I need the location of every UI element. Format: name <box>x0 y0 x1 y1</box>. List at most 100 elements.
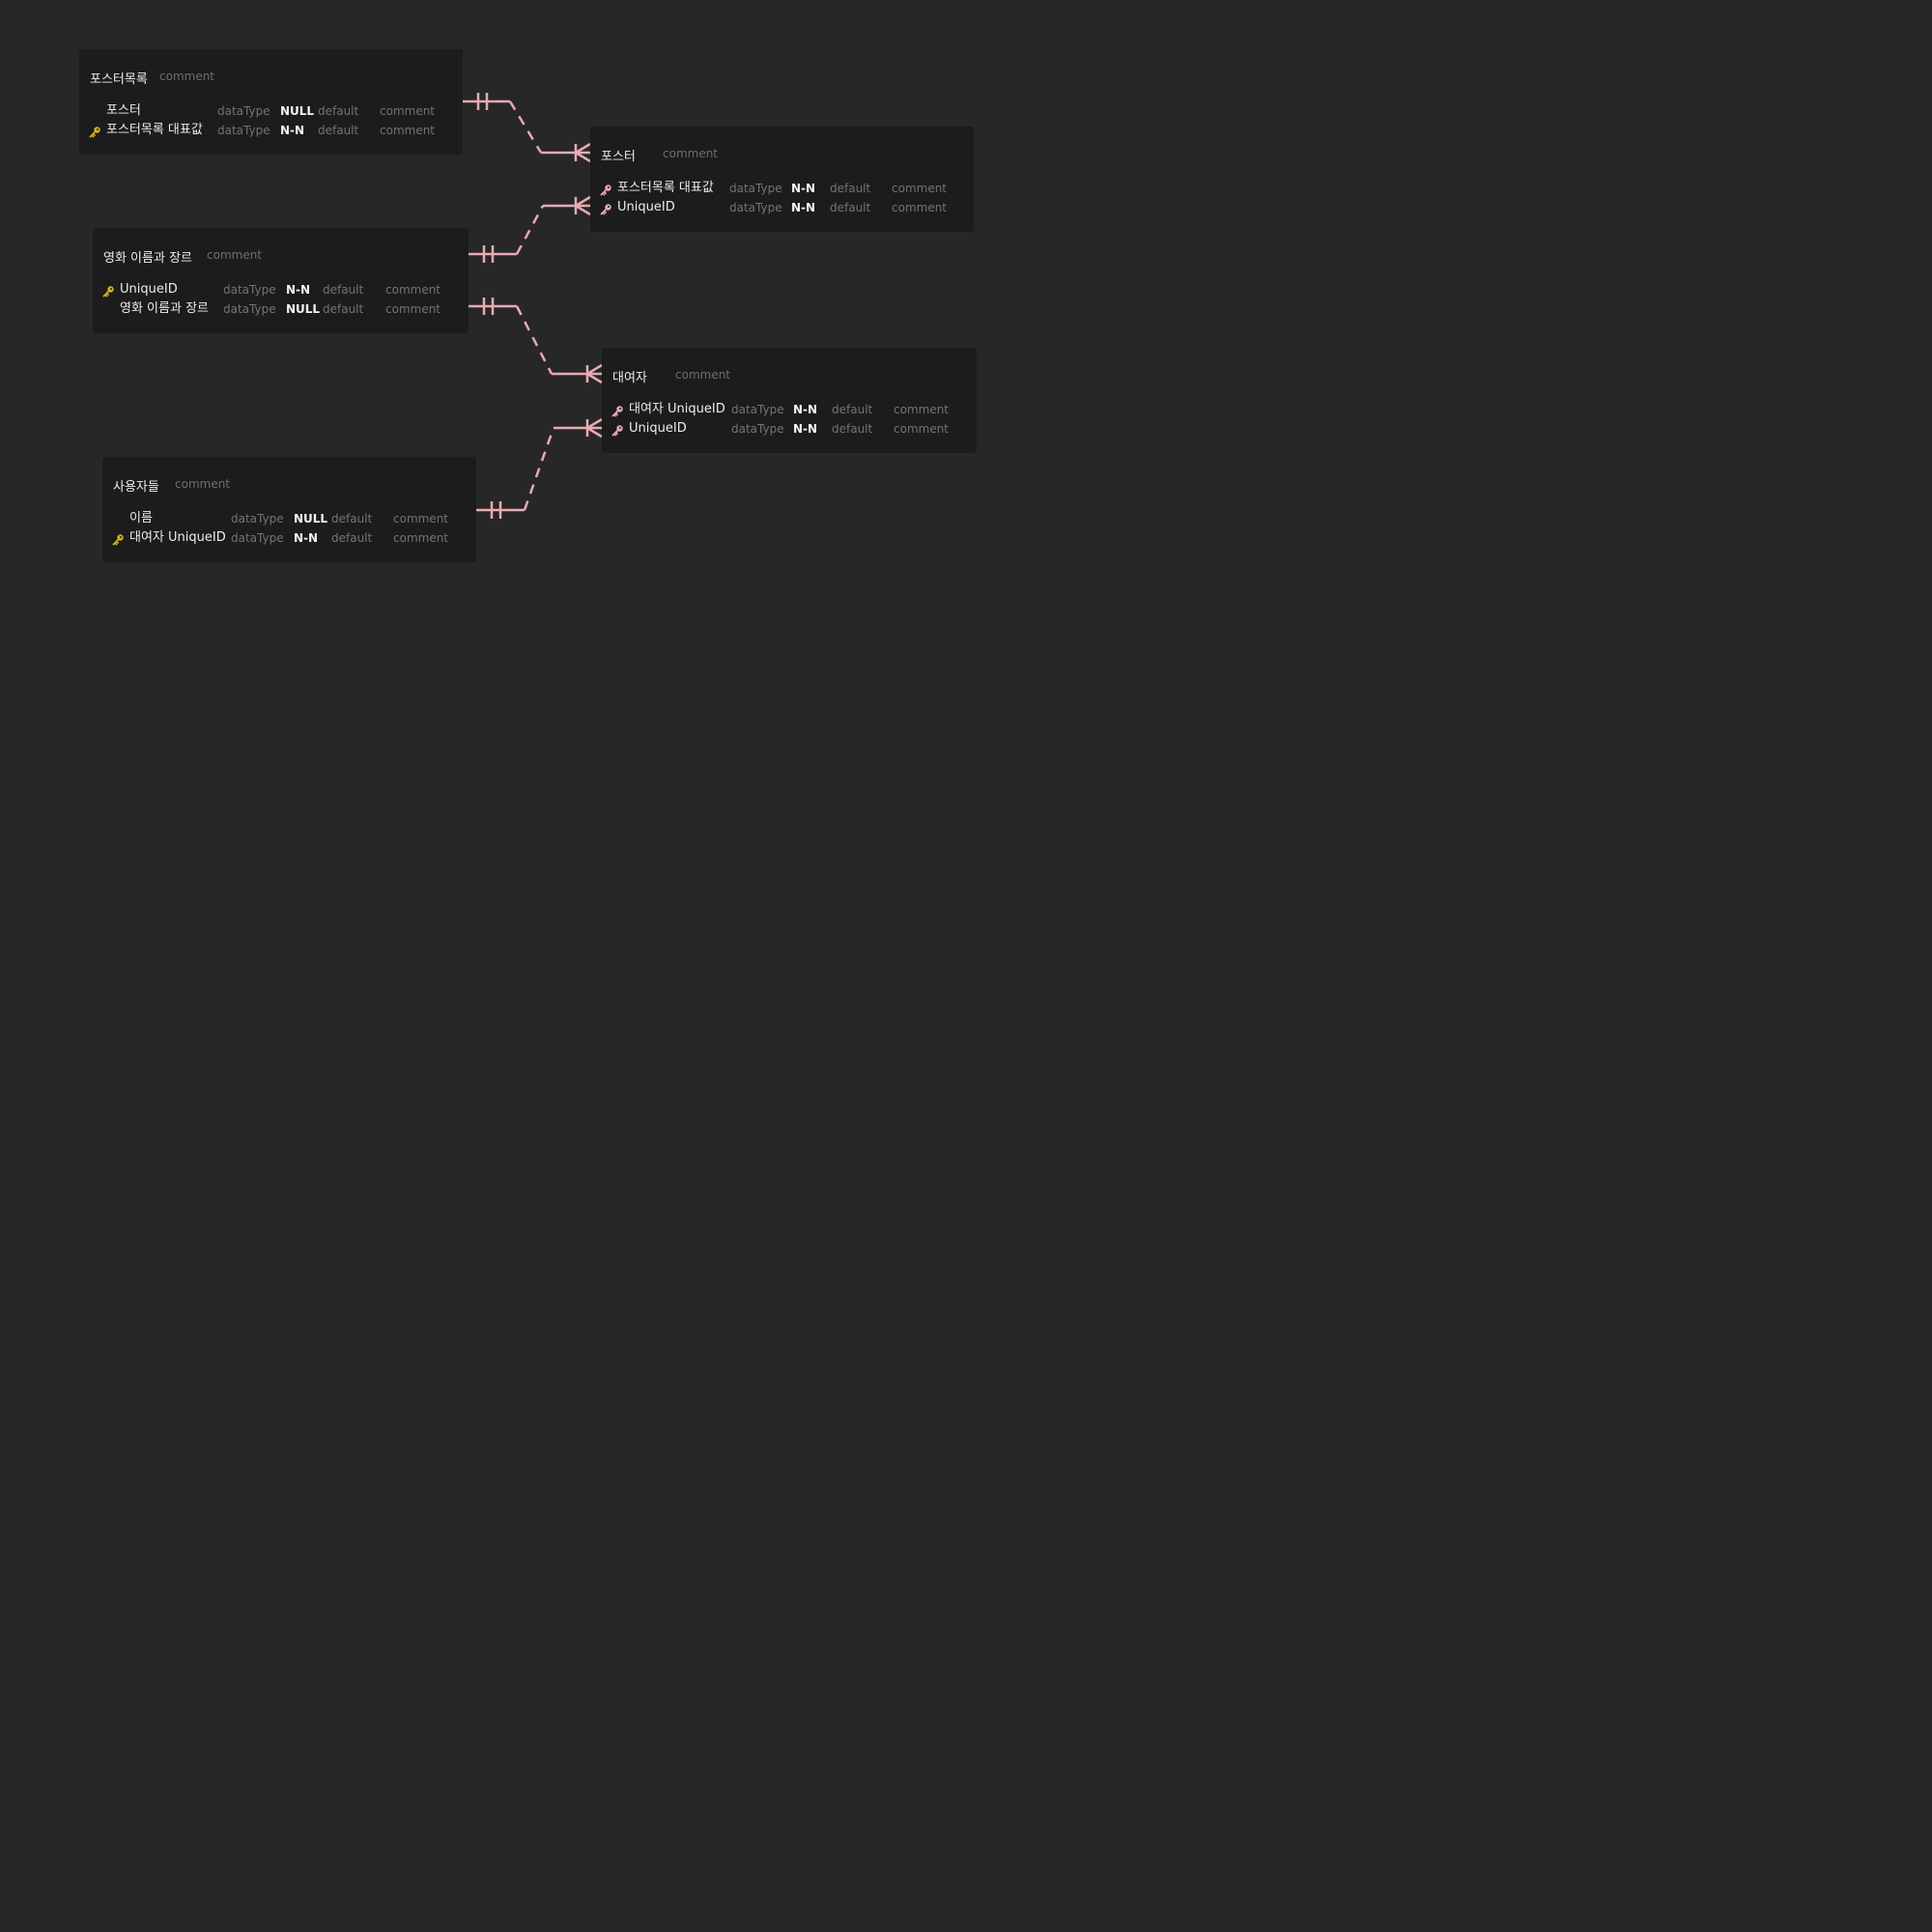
column-comment[interactable]: comment <box>894 420 949 438</box>
table-poster[interactable]: 포스터 comment 포스터목록 대표값 dataType N-N default com… <box>590 127 974 232</box>
table-poster-list[interactable]: 포스터목록 comment 포스터 dataType NULL default commen… <box>79 49 463 155</box>
column-nullable[interactable]: N-N <box>294 529 318 547</box>
column-default[interactable]: default <box>323 300 363 318</box>
relationship-poster-list-to-poster[interactable] <box>463 93 591 163</box>
column-name[interactable]: 포스터목록 대표값 <box>617 180 714 197</box>
column-nullable[interactable]: N-N <box>286 281 310 298</box>
table-comment[interactable]: comment <box>175 477 230 491</box>
column-name[interactable]: UniqueID <box>120 281 178 298</box>
column-default[interactable]: default <box>331 529 372 547</box>
primary-key-icon <box>102 284 116 301</box>
column-datatype[interactable]: dataType <box>223 281 276 298</box>
table-name[interactable]: 사용자들 <box>113 476 159 495</box>
column-datatype[interactable]: dataType <box>231 529 284 547</box>
column-default[interactable]: default <box>832 420 872 438</box>
table-header[interactable]: 사용자들 comment <box>102 457 476 495</box>
relation-dashed-segment <box>515 205 545 255</box>
crowfoot-prong <box>575 142 591 155</box>
column-comment[interactable]: comment <box>380 102 435 120</box>
foreign-key-icon <box>600 183 613 200</box>
erd-canvas[interactable]: 포스터목록 comment 포스터 dataType NULL default commen… <box>0 0 1932 1932</box>
column-name[interactable]: UniqueID <box>629 420 687 438</box>
column-name[interactable]: 영화 이름과 장르 <box>120 300 209 318</box>
column-default[interactable]: default <box>832 401 872 418</box>
table-comment[interactable]: comment <box>663 147 718 160</box>
foreign-key-icon <box>600 202 613 219</box>
column-nullable[interactable]: N-N <box>791 199 815 216</box>
crowfoot-prong <box>586 417 603 430</box>
column-row[interactable]: 포스터목록 대표값 dataType N-N default comment <box>590 180 974 197</box>
column-row[interactable]: 포스터 dataType NULL default comment <box>79 102 463 120</box>
column-name[interactable]: 이름 <box>129 510 153 527</box>
column-datatype[interactable]: dataType <box>231 510 284 527</box>
column-name[interactable]: 대여자 UniqueID <box>629 401 725 418</box>
primary-key-icon <box>112 532 126 550</box>
column-default[interactable]: default <box>318 102 358 120</box>
table-comment[interactable]: comment <box>159 70 214 83</box>
table-users[interactable]: 사용자들 comment 이름 dataType NULL default comment 대… <box>102 457 476 562</box>
crowfoot-prong <box>586 372 603 384</box>
column-nullable[interactable]: N-N <box>793 401 817 418</box>
foreign-key-icon <box>611 404 625 421</box>
column-row[interactable]: 이름 dataType NULL default comment <box>102 510 476 527</box>
column-nullable[interactable]: N-N <box>791 180 815 197</box>
column-comment[interactable]: comment <box>380 122 435 139</box>
column-comment[interactable]: comment <box>892 180 947 197</box>
column-row[interactable]: UniqueID dataType N-N default comment <box>602 420 977 438</box>
column-default[interactable]: default <box>318 122 358 139</box>
column-nullable[interactable]: N-N <box>793 420 817 438</box>
column-nullable[interactable]: NULL <box>280 102 314 120</box>
column-datatype[interactable]: dataType <box>223 300 276 318</box>
column-row[interactable]: 영화 이름과 장르 dataType NULL default comment <box>93 300 469 318</box>
column-name[interactable]: 대여자 UniqueID <box>129 529 226 547</box>
column-comment[interactable]: comment <box>892 199 947 216</box>
column-row[interactable]: UniqueID dataType N-N default comment <box>590 199 974 216</box>
column-row[interactable]: UniqueID dataType N-N default comment <box>93 281 469 298</box>
relation-dashed-segment <box>515 305 554 375</box>
relation-dashed-segment <box>523 427 555 511</box>
column-default[interactable]: default <box>830 199 870 216</box>
table-header[interactable]: 영화 이름과 장르 comment <box>93 228 469 266</box>
table-name[interactable]: 영화 이름과 장르 <box>103 247 192 266</box>
column-row[interactable]: 포스터목록 대표값 dataType N-N default comment <box>79 122 463 139</box>
table-name[interactable]: 포스터목록 <box>90 69 148 87</box>
column-default[interactable]: default <box>323 281 363 298</box>
column-name[interactable]: UniqueID <box>617 199 675 216</box>
table-name[interactable]: 포스터 <box>601 146 636 164</box>
table-movie[interactable]: 영화 이름과 장르 comment UniqueID dataType N-N defau… <box>93 228 469 333</box>
table-renter[interactable]: 대여자 comment 대여자 UniqueID dataType N-N default… <box>602 348 977 453</box>
table-header[interactable]: 포스터목록 comment <box>79 49 463 87</box>
column-datatype[interactable]: dataType <box>217 122 270 139</box>
column-default[interactable]: default <box>830 180 870 197</box>
column-datatype[interactable]: dataType <box>731 401 784 418</box>
column-comment[interactable]: comment <box>393 510 448 527</box>
column-nullable[interactable]: NULL <box>286 300 320 318</box>
column-row[interactable]: 대여자 UniqueID dataType N-N default comment <box>602 401 977 418</box>
table-name[interactable]: 대여자 <box>612 367 647 385</box>
relationship-users-to-renter[interactable] <box>476 417 603 519</box>
table-comment[interactable]: comment <box>675 368 730 382</box>
crowfoot-prong <box>575 195 591 208</box>
relationship-movie-to-renter[interactable] <box>469 298 603 384</box>
column-comment[interactable]: comment <box>894 401 949 418</box>
table-header[interactable]: 대여자 comment <box>602 348 977 385</box>
column-datatype[interactable]: dataType <box>729 180 782 197</box>
column-comment[interactable]: comment <box>393 529 448 547</box>
column-default[interactable]: default <box>331 510 372 527</box>
relationship-movie-to-poster[interactable] <box>469 195 591 263</box>
column-datatype[interactable]: dataType <box>731 420 784 438</box>
crowfoot-prong <box>586 363 603 376</box>
table-header[interactable]: 포스터 comment <box>590 127 974 164</box>
column-row[interactable]: 대여자 UniqueID dataType N-N default comment <box>102 529 476 547</box>
primary-key-icon <box>89 125 102 142</box>
column-nullable[interactable]: NULL <box>294 510 327 527</box>
column-name[interactable]: 포스터 <box>106 102 141 120</box>
table-comment[interactable]: comment <box>207 248 262 262</box>
crowfoot-prong <box>586 426 603 439</box>
column-datatype[interactable]: dataType <box>217 102 270 120</box>
column-datatype[interactable]: dataType <box>729 199 782 216</box>
column-comment[interactable]: comment <box>385 281 440 298</box>
column-nullable[interactable]: N-N <box>280 122 304 139</box>
column-name[interactable]: 포스터목록 대표값 <box>106 122 203 139</box>
column-comment[interactable]: comment <box>385 300 440 318</box>
